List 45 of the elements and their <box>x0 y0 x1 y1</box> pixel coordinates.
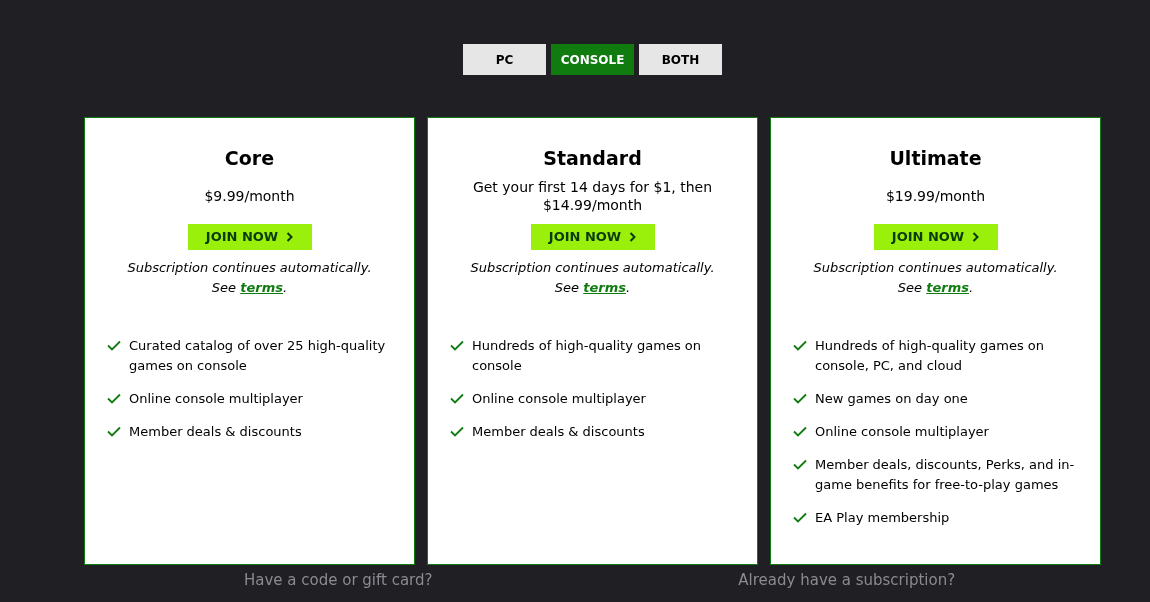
feature-text: New games on day one <box>815 390 969 408</box>
chevron-right-icon <box>972 232 980 242</box>
platform-tab[interactable]: BOTH <box>639 44 722 75</box>
feature-text: Online console multiplayer <box>129 390 304 408</box>
platform-tab[interactable]: PC <box>463 44 546 75</box>
join-now-button[interactable]: JOIN NOW <box>187 224 312 250</box>
join-now-button[interactable]: JOIN NOW <box>530 224 655 250</box>
platform-tab[interactable]: CONSOLE <box>551 44 634 75</box>
plan-price: Get your first 14 days for $1, then $14.99/month <box>471 178 714 214</box>
terms-link[interactable]: terms <box>583 280 626 295</box>
feature-text: Online console multiplayer <box>472 390 647 408</box>
plan-name: Standard <box>543 146 642 170</box>
check-icon <box>107 393 121 404</box>
plan-name: Core <box>224 146 275 170</box>
check-icon <box>450 426 464 437</box>
check-icon <box>793 393 807 404</box>
footer-link[interactable]: Have a code or gift card? <box>243 571 433 589</box>
feature-text: Member deals, discounts, Perks, and in-game benefits for free-to-play games <box>815 456 1076 494</box>
subscription-note: Subscription continues automatically. See terms. <box>812 259 1059 297</box>
check-icon <box>793 459 807 470</box>
check-icon <box>793 512 807 523</box>
feature-text: Curated catalog of over 25 high-quality games on console <box>129 337 387 375</box>
check-icon <box>450 393 464 404</box>
feature-text: Hundreds of high-quality games on console, PC, and cloud <box>815 337 1045 375</box>
check-icon <box>107 340 121 351</box>
plan-name: Ultimate <box>889 146 982 170</box>
subscription-note: Subscription continues automatically. See terms. <box>469 259 716 297</box>
check-icon <box>450 340 464 351</box>
chevron-right-icon <box>286 232 294 242</box>
chevron-right-icon <box>629 232 637 242</box>
terms-link[interactable]: terms <box>926 280 969 295</box>
plan-price: $19.99/month <box>884 187 987 206</box>
feature-text: Member deals & discounts <box>129 423 303 441</box>
check-icon <box>793 340 807 351</box>
feature-text: Member deals & discounts <box>472 423 646 441</box>
feature-text: Online console multiplayer <box>815 423 990 441</box>
join-now-button[interactable]: JOIN NOW <box>873 224 998 250</box>
feature-text: Hundreds of high-quality games on console <box>472 337 702 375</box>
plan-price: $9.99/month <box>203 187 296 206</box>
subscription-note: Subscription continues automatically. See terms. <box>126 259 373 297</box>
feature-text: EA Play membership <box>815 509 951 527</box>
footer-link[interactable]: Already have a subscription? <box>738 571 956 589</box>
terms-link[interactable]: terms <box>240 280 283 295</box>
check-icon <box>107 426 121 437</box>
check-icon <box>793 426 807 437</box>
